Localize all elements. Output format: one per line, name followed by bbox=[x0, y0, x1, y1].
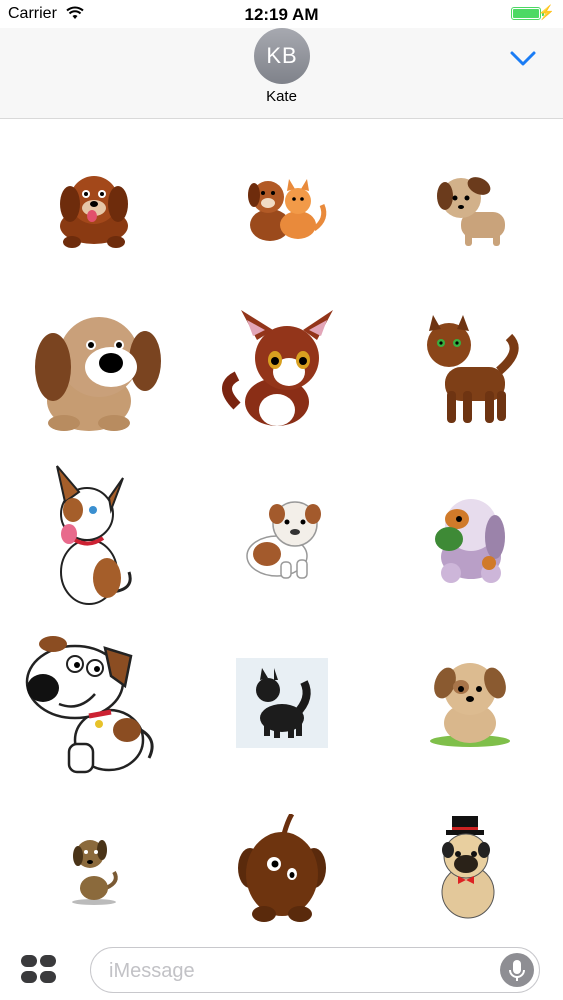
sticker-6[interactable] bbox=[376, 288, 563, 454]
message-input[interactable] bbox=[107, 958, 491, 984]
puppy-on-grass-sticker bbox=[430, 663, 510, 747]
battery-icon bbox=[511, 7, 544, 20]
conversation-header: KB Kate bbox=[0, 28, 563, 119]
app-drawer-icon[interactable] bbox=[21, 955, 57, 985]
puppy-and-kitten-sticker bbox=[248, 179, 327, 241]
sticker-12[interactable] bbox=[376, 620, 563, 786]
tan-puppy-sticker bbox=[437, 177, 505, 246]
sticker-11[interactable] bbox=[188, 620, 376, 786]
red-kitten-sticker bbox=[222, 310, 333, 426]
bulldog-puppy-sticker bbox=[246, 501, 321, 579]
sticker-1[interactable] bbox=[0, 126, 188, 292]
big-eared-puppy-sticker bbox=[35, 317, 161, 431]
small-dachshund-sticker bbox=[72, 840, 118, 905]
collapse-chevron-icon[interactable] bbox=[509, 50, 537, 73]
green-eyed-puppy-sticker bbox=[427, 315, 519, 423]
black-puppy-sticker bbox=[236, 658, 328, 748]
sticker-4[interactable] bbox=[0, 288, 188, 454]
clock: 12:19 AM bbox=[244, 5, 319, 24]
sticker-9[interactable] bbox=[376, 454, 563, 620]
sticker-3[interactable] bbox=[376, 126, 563, 292]
jack-russell-sticker bbox=[56, 465, 132, 605]
brown-puppy-sticker bbox=[60, 176, 128, 248]
contact-name[interactable]: Kate bbox=[0, 88, 563, 105]
message-field[interactable] bbox=[90, 947, 540, 993]
pug-with-hat-sticker bbox=[441, 816, 495, 919]
plush-puppy-sticker bbox=[435, 499, 505, 583]
sticker-13[interactable] bbox=[0, 786, 188, 952]
sticker-10[interactable] bbox=[0, 620, 188, 786]
microphone-icon[interactable] bbox=[500, 953, 534, 987]
charging-icon: ⚡ bbox=[537, 4, 555, 20]
compose-bar bbox=[0, 940, 563, 1000]
avatar[interactable]: KB bbox=[254, 28, 310, 84]
white-spotted-dog-sticker bbox=[25, 636, 154, 774]
status-bar: Carrier 12:19 AM ⚡ bbox=[0, 0, 563, 28]
sticker-7[interactable] bbox=[0, 454, 188, 620]
sticker-2[interactable] bbox=[188, 126, 376, 292]
round-brown-dog-sticker bbox=[238, 814, 326, 922]
sticker-15[interactable] bbox=[376, 786, 563, 952]
sticker-8[interactable] bbox=[188, 454, 376, 620]
sticker-14[interactable] bbox=[188, 786, 376, 952]
sticker-5[interactable] bbox=[188, 288, 376, 454]
